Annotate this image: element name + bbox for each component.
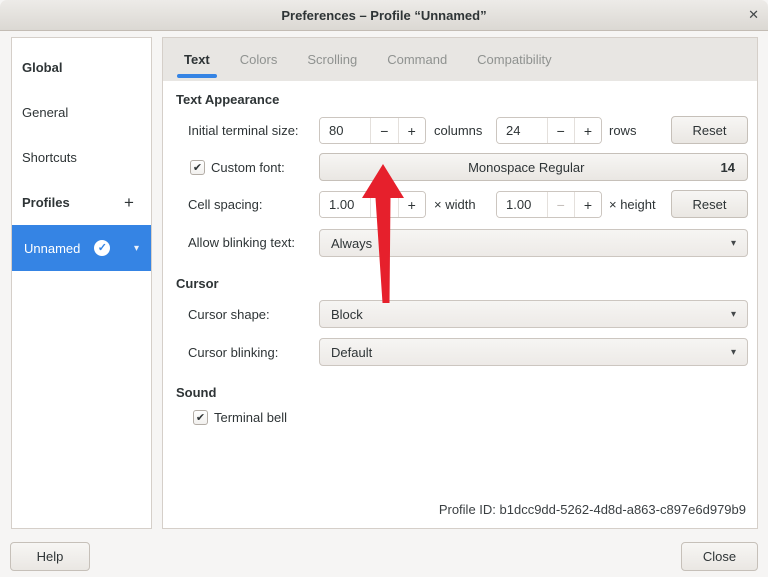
- cursor-blinking-dropdown[interactable]: Default ▾: [319, 338, 748, 366]
- profile-menu-chevron-icon[interactable]: ▾: [134, 243, 139, 254]
- cell-height-decrement-button: −: [546, 192, 574, 217]
- main-panel: Text Colors Scrolling Command Compatibil…: [162, 37, 758, 529]
- sidebar-header-profiles: Profiles +: [20, 193, 143, 213]
- size-reset-button[interactable]: Reset: [671, 116, 748, 144]
- help-button[interactable]: Help: [10, 542, 90, 571]
- terminal-bell-label: Terminal bell: [214, 410, 287, 425]
- cell-width-increment-button[interactable]: +: [397, 192, 425, 217]
- close-window-icon[interactable]: ✕: [748, 0, 759, 30]
- profile-name: Unnamed: [24, 240, 81, 256]
- columns-spinner: 80 − +: [319, 117, 426, 144]
- tab-compatibility[interactable]: Compatibility: [477, 52, 551, 67]
- allow-blinking-value: Always: [331, 235, 373, 251]
- cell-width-spinner: 1.00 − +: [319, 191, 426, 218]
- dropdown-chevron-icon: ▾: [730, 237, 736, 249]
- section-cursor: Cursor: [176, 276, 219, 291]
- cursor-shape-value: Block: [331, 306, 363, 322]
- initial-terminal-size-label: Initial terminal size:: [188, 123, 299, 138]
- sidebar-header-global: Global: [22, 60, 63, 75]
- profile-id: Profile ID: b1dcc9dd-5262-4d8d-a863-c897…: [438, 502, 746, 517]
- tab-bar: Text Colors Scrolling Command Compatibil…: [163, 38, 757, 81]
- cell-height-increment-button[interactable]: +: [573, 192, 601, 217]
- font-name: Monospace Regular: [468, 159, 585, 175]
- dropdown-chevron-icon: ▾: [730, 308, 736, 320]
- sidebar-item-shortcuts[interactable]: Shortcuts: [20, 148, 143, 168]
- close-button[interactable]: Close: [681, 542, 758, 571]
- rows-decrement-button[interactable]: −: [546, 118, 574, 143]
- rows-value-input[interactable]: 24: [497, 118, 547, 143]
- sidebar-item-profile-unnamed[interactable]: Unnamed ✓ ▾: [12, 225, 151, 271]
- columns-decrement-button[interactable]: −: [370, 118, 398, 143]
- rows-increment-button[interactable]: +: [573, 118, 601, 143]
- cell-height-spinner: 1.00 − +: [496, 191, 602, 218]
- section-sound: Sound: [176, 385, 217, 400]
- custom-font-checkbox[interactable]: ✔: [190, 160, 205, 175]
- cell-width-value-input[interactable]: 1.00: [320, 192, 371, 217]
- terminal-bell-checkbox[interactable]: ✔: [193, 410, 208, 425]
- cursor-blinking-label: Cursor blinking:: [188, 345, 279, 360]
- rows-unit-label: rows: [609, 123, 637, 138]
- tab-colors[interactable]: Colors: [240, 52, 278, 67]
- cursor-shape-dropdown[interactable]: Block ▾: [319, 300, 748, 328]
- preferences-dialog: Preferences – Profile “Unnamed” ✕ Global…: [0, 0, 768, 577]
- cell-height-unit-label: × height: [609, 197, 656, 212]
- allow-blinking-dropdown[interactable]: Always ▾: [319, 229, 748, 257]
- tab-scrolling[interactable]: Scrolling: [307, 52, 357, 67]
- font-chooser-button[interactable]: Monospace Regular 14: [319, 153, 748, 181]
- tab-command[interactable]: Command: [387, 52, 447, 67]
- profile-selected-check-icon: ✓: [94, 240, 111, 256]
- columns-unit-label: columns: [434, 123, 483, 138]
- cursor-blinking-value: Default: [331, 344, 373, 360]
- cell-spacing-reset-button[interactable]: Reset: [671, 190, 748, 218]
- custom-font-label: Custom font:: [211, 160, 285, 175]
- section-text-appearance: Text Appearance: [176, 92, 280, 107]
- titlebar: Preferences – Profile “Unnamed” ✕: [0, 0, 768, 31]
- add-profile-button[interactable]: +: [119, 193, 139, 213]
- columns-increment-button[interactable]: +: [397, 118, 425, 143]
- font-size: 14: [720, 159, 735, 175]
- rows-spinner: 24 − +: [496, 117, 602, 144]
- columns-value-input[interactable]: 80: [320, 118, 371, 143]
- allow-blinking-text-label: Allow blinking text:: [188, 235, 295, 250]
- cell-height-value-input[interactable]: 1.00: [497, 192, 547, 217]
- sidebar-item-general[interactable]: General: [20, 103, 143, 123]
- window-title: Preferences – Profile “Unnamed”: [281, 7, 487, 23]
- tab-text[interactable]: Text: [177, 52, 217, 78]
- cell-width-decrement-button[interactable]: −: [370, 192, 398, 217]
- cell-spacing-label: Cell spacing:: [188, 197, 263, 212]
- dropdown-chevron-icon: ▾: [730, 346, 736, 358]
- sidebar: Global General Shortcuts Profiles + Unna…: [11, 37, 152, 529]
- cell-width-unit-label: × width: [434, 197, 476, 212]
- cursor-shape-label: Cursor shape:: [188, 307, 270, 322]
